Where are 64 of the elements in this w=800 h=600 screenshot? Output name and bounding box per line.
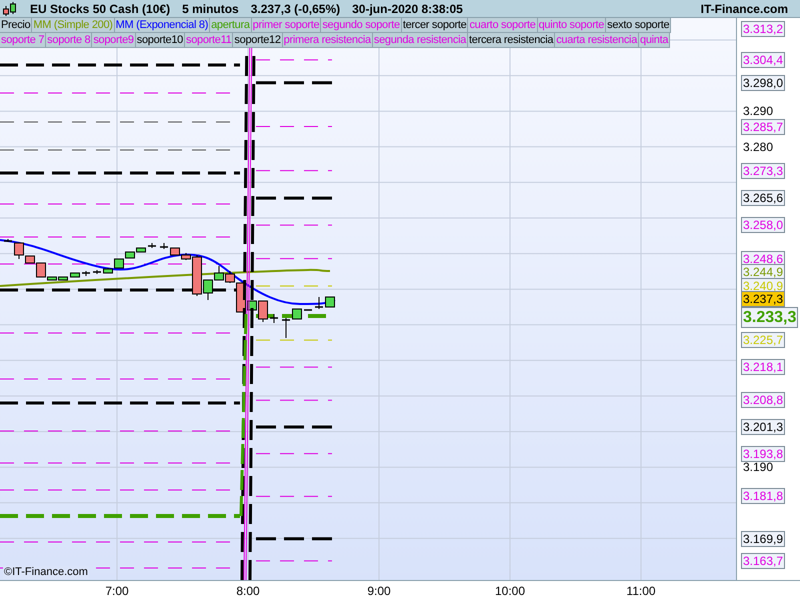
legend-item[interactable]: tercer soporte bbox=[402, 18, 468, 33]
price-tag: 3.225,7 bbox=[741, 332, 786, 348]
legend-item[interactable]: cuarto soporte bbox=[468, 18, 538, 33]
time-axis-label: 8:00 bbox=[236, 584, 260, 598]
legend-item[interactable]: primer soporte bbox=[252, 18, 322, 33]
price-tag: 3.237,3 bbox=[741, 290, 786, 307]
legend-item[interactable]: cuarta resistencia bbox=[555, 33, 640, 48]
time-axis-label: 10:00 bbox=[494, 584, 526, 598]
candlestick bbox=[282, 318, 290, 338]
price-axis-label: 3.190 bbox=[743, 460, 774, 474]
price-tag: 3.181,8 bbox=[741, 488, 786, 504]
price-tag: 3.163,7 bbox=[741, 552, 786, 569]
price-tag: 3.265,6 bbox=[741, 190, 786, 206]
legend-item[interactable]: segundo soporte bbox=[321, 18, 402, 33]
price-tag: 3.298,0 bbox=[741, 74, 786, 91]
price-axis-label: 3.280 bbox=[743, 140, 774, 154]
candlestick bbox=[214, 266, 224, 280]
candlestick bbox=[148, 242, 156, 248]
price-tag: 3.193,8 bbox=[741, 446, 786, 462]
price-tag: 3.169,9 bbox=[741, 530, 786, 547]
quote-text: 3.237,3 (-0,65%) bbox=[250, 0, 340, 18]
legend-item[interactable]: soporte10 bbox=[136, 33, 185, 48]
legend-item[interactable]: apertura bbox=[210, 18, 252, 33]
legend-item[interactable]: primera resistencia bbox=[282, 33, 373, 48]
legend-item[interactable]: soporte9 bbox=[92, 33, 136, 48]
price-tag: 3.285,7 bbox=[741, 118, 786, 134]
price-tag: 3.273,3 bbox=[741, 162, 786, 179]
candlestick bbox=[4, 238, 12, 242]
legend-item[interactable]: MM (Simple 200) bbox=[32, 18, 115, 33]
time-axis-label: 7:00 bbox=[105, 584, 129, 598]
site-name: IT-Finance.com bbox=[700, 0, 789, 18]
candlestick bbox=[160, 242, 168, 250]
candlestick bbox=[304, 309, 312, 311]
time-axis-label: 9:00 bbox=[367, 584, 391, 598]
candlestick bbox=[270, 314, 278, 324]
legend-item[interactable]: sexto soporte bbox=[606, 18, 672, 33]
timeframe-label: 5 minutos bbox=[182, 0, 239, 18]
price-tag: 3.201,3 bbox=[741, 418, 786, 435]
candlestick-icon bbox=[2, 0, 18, 16]
price-tag: 3.218,1 bbox=[741, 359, 786, 376]
candlestick bbox=[93, 270, 101, 274]
instrument-title: EU Stocks 50 Cash (10€) bbox=[30, 0, 170, 18]
legend-item[interactable]: segunda resistencia bbox=[372, 33, 468, 48]
candlestick bbox=[325, 296, 335, 308]
legend-item[interactable]: soporte12 bbox=[233, 33, 283, 48]
legend-item[interactable]: soporte11 bbox=[185, 33, 234, 48]
candlestick bbox=[292, 308, 302, 320]
time-axis-label: 11:00 bbox=[626, 584, 656, 598]
price-tag: 3.233,3 bbox=[741, 307, 798, 328]
candlestick bbox=[82, 270, 90, 276]
price-tag: 3.208,8 bbox=[741, 392, 786, 408]
legend-item[interactable]: quinta bbox=[639, 33, 670, 48]
legend-item[interactable]: soporte 7 bbox=[0, 33, 46, 48]
legend-item[interactable]: tercera resistencia bbox=[468, 33, 556, 48]
price-tag: 3.258,0 bbox=[741, 217, 786, 234]
legend-item[interactable]: quinto soporte bbox=[538, 18, 606, 33]
price-axis-label: 3.290 bbox=[743, 104, 774, 118]
legend-item[interactable]: Precio bbox=[0, 18, 32, 33]
legend-item[interactable]: soporte 8 bbox=[46, 33, 92, 48]
datetime-text: 30-jun-2020 8:38:05 bbox=[352, 0, 463, 18]
price-tag: 3.304,4 bbox=[741, 52, 786, 68]
candlestick bbox=[315, 296, 323, 310]
price-tag: 3.313,2 bbox=[741, 20, 786, 37]
legend-item[interactable]: MM (Exponencial 8) bbox=[114, 18, 210, 33]
